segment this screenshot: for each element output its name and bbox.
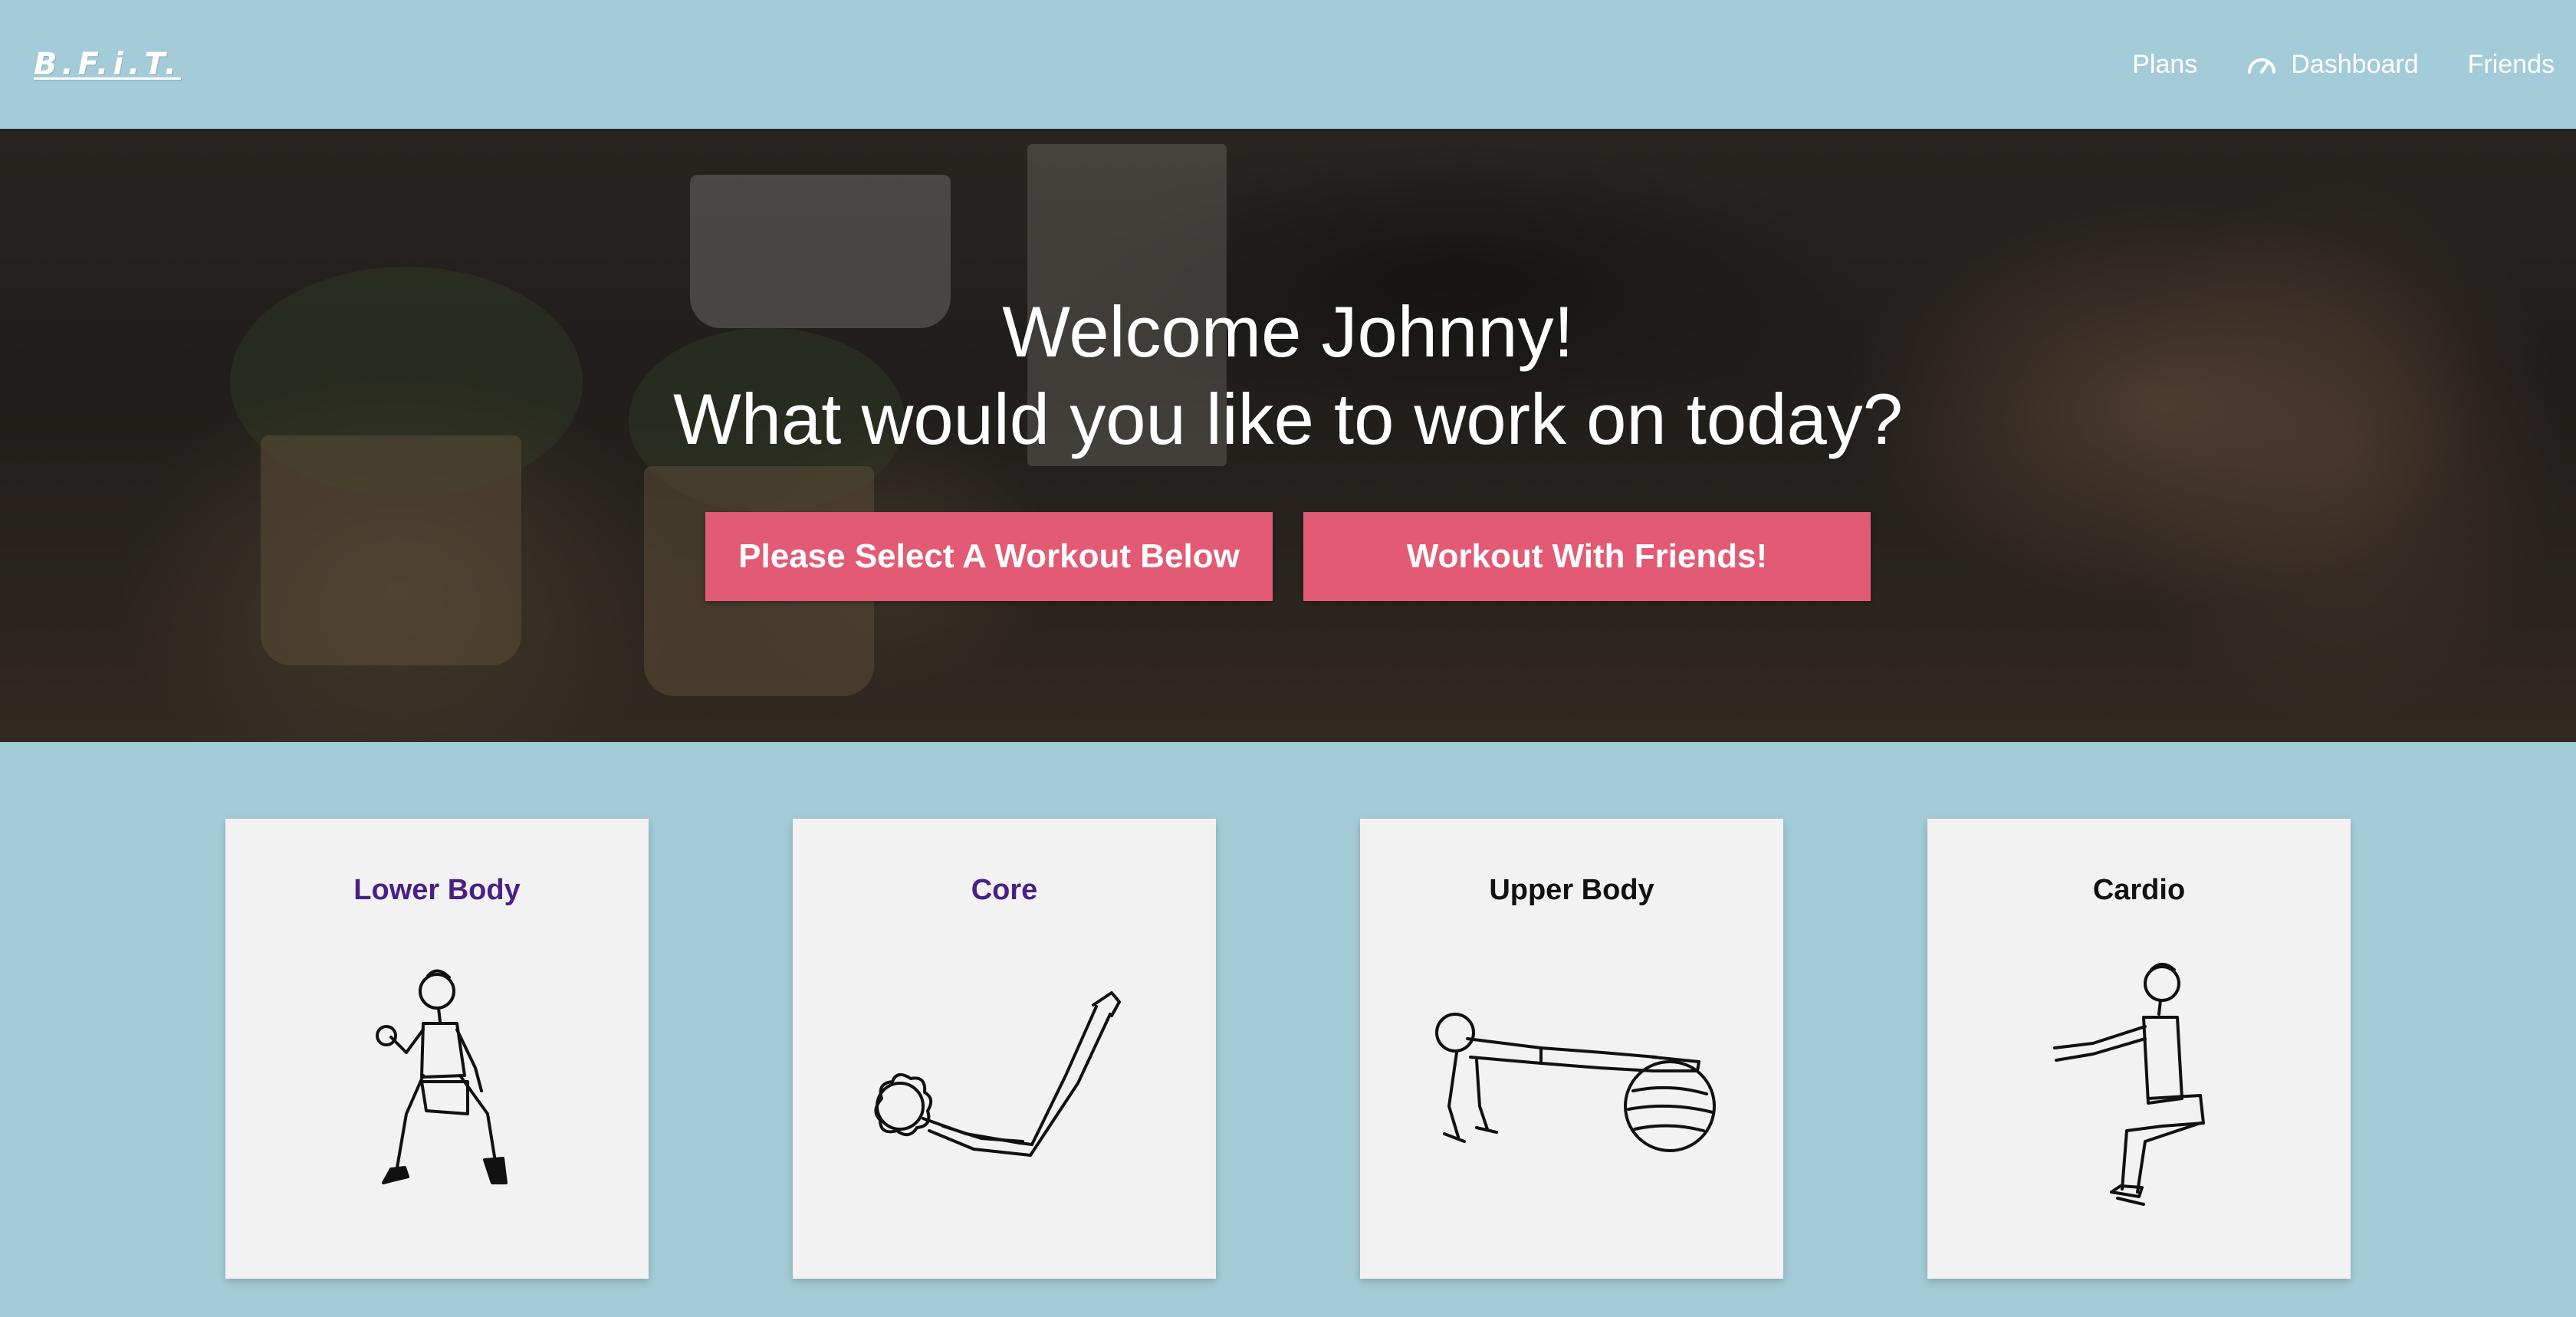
plank-ball-figure-icon bbox=[1435, 953, 1716, 1214]
squat-figure-icon bbox=[2009, 953, 2269, 1214]
nav-links: Plans Dashboard Friends bbox=[2132, 50, 2555, 80]
navbar: B.F.i.T. Plans Dashboard Friends bbox=[0, 0, 2576, 129]
lunge-figure-icon bbox=[307, 953, 567, 1214]
brand-logo[interactable]: B.F.i.T. bbox=[34, 47, 212, 82]
select-workout-button[interactable]: Please Select A Workout Below bbox=[705, 512, 1273, 601]
hero-content: Welcome Johnny! What would you like to w… bbox=[0, 129, 2576, 742]
workout-card-upper-body[interactable]: Upper Body bbox=[1360, 819, 1783, 1279]
welcome-text: Welcome Johnny! bbox=[1002, 291, 1574, 372]
workout-cards: Lower Body Core Upper Body Cardio bbox=[0, 819, 2576, 1279]
workout-card-core[interactable]: Core bbox=[793, 819, 1216, 1279]
nav-link-dashboard[interactable]: Dashboard bbox=[2246, 49, 2419, 80]
hero-banner: Welcome Johnny! What would you like to w… bbox=[0, 129, 2576, 742]
nav-link-friends[interactable]: Friends bbox=[2468, 50, 2555, 80]
gauge-icon bbox=[2246, 54, 2277, 75]
nav-link-label: Friends bbox=[2467, 49, 2555, 79]
card-title[interactable]: Lower Body bbox=[353, 874, 520, 907]
nav-link-plans[interactable]: Plans bbox=[2132, 50, 2197, 80]
nav-link-label: Dashboard bbox=[2291, 49, 2419, 79]
card-title[interactable]: Core bbox=[971, 874, 1038, 907]
hero-buttons: Please Select A Workout Below Workout Wi… bbox=[705, 512, 1871, 601]
prompt-text: What would you like to work on today? bbox=[672, 379, 1904, 459]
hero-title: Welcome Johnny! What would you like to w… bbox=[673, 288, 1903, 463]
workout-with-friends-button[interactable]: Workout With Friends! bbox=[1303, 512, 1871, 601]
v-sit-figure-icon bbox=[874, 953, 1135, 1214]
workout-card-cardio[interactable]: Cardio bbox=[1927, 819, 2351, 1279]
nav-link-label: Plans bbox=[2132, 49, 2198, 79]
card-title[interactable]: Upper Body bbox=[1489, 874, 1654, 907]
workout-card-lower-body[interactable]: Lower Body bbox=[225, 819, 649, 1279]
card-title[interactable]: Cardio bbox=[2093, 874, 2185, 907]
